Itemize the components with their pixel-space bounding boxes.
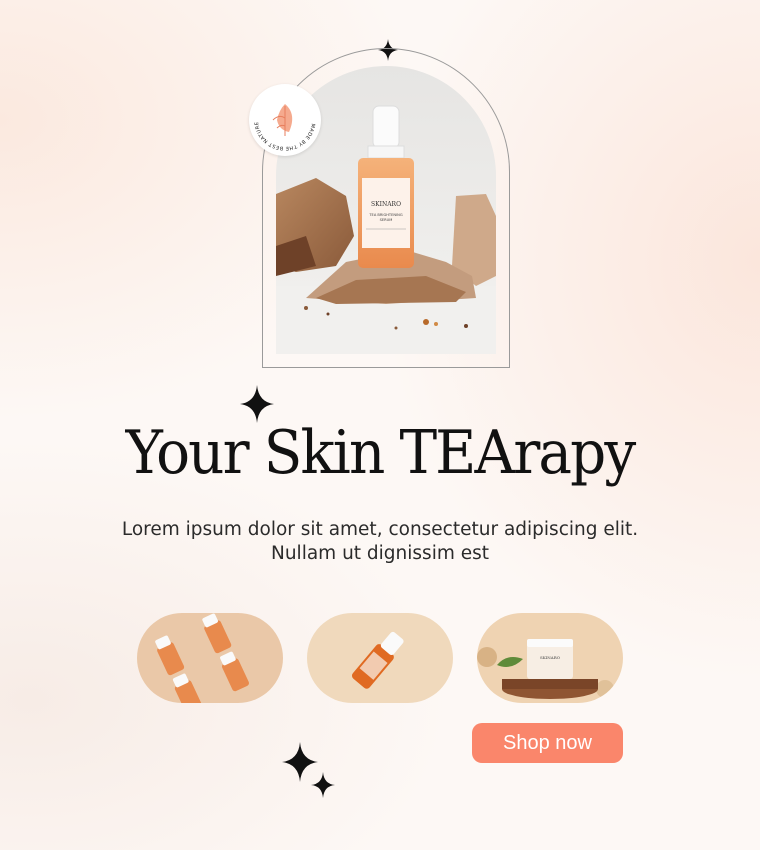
page-title: Your Skin TEArapy bbox=[125, 418, 637, 488]
svg-text:SERUM: SERUM bbox=[380, 218, 393, 222]
ingredients-badge: MADE BY THE BEST NATURE INGREDIENTS bbox=[249, 84, 321, 156]
gallery-photo-cream-jar: SKINARO bbox=[477, 613, 623, 703]
svg-text:SKINARO: SKINARO bbox=[371, 201, 401, 208]
svg-text:SKINARO: SKINARO bbox=[540, 655, 561, 660]
shop-now-button[interactable]: Shop now bbox=[472, 723, 623, 763]
page-subtitle: Lorem ipsum dolor sit amet, consectetur … bbox=[121, 519, 639, 564]
promo-page: SKINARO TEA BRIGHTENING SERUM MADE BY TH… bbox=[0, 0, 760, 850]
gallery-photo-four-bottles bbox=[137, 613, 283, 703]
svg-text:TEA BRIGHTENING: TEA BRIGHTENING bbox=[368, 213, 402, 217]
leaf-icon bbox=[272, 104, 293, 136]
sparkle-icon bbox=[282, 742, 335, 798]
gallery-photo-single-bottle bbox=[307, 613, 453, 703]
